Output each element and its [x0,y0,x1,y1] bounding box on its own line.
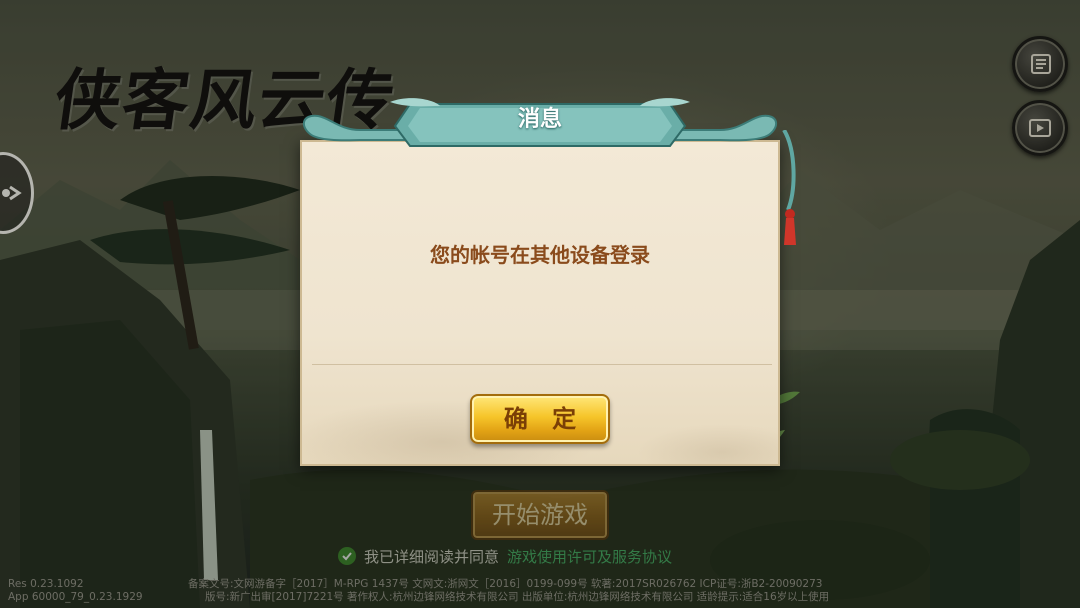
tassel-ornament [782,130,796,245]
dialog-message: 您的帐号在其他设备登录 [430,243,650,267]
confirm-button[interactable]: 确 定 [470,394,610,444]
dialog-title: 消息 [517,107,562,132]
dialog-divider [312,364,772,365]
